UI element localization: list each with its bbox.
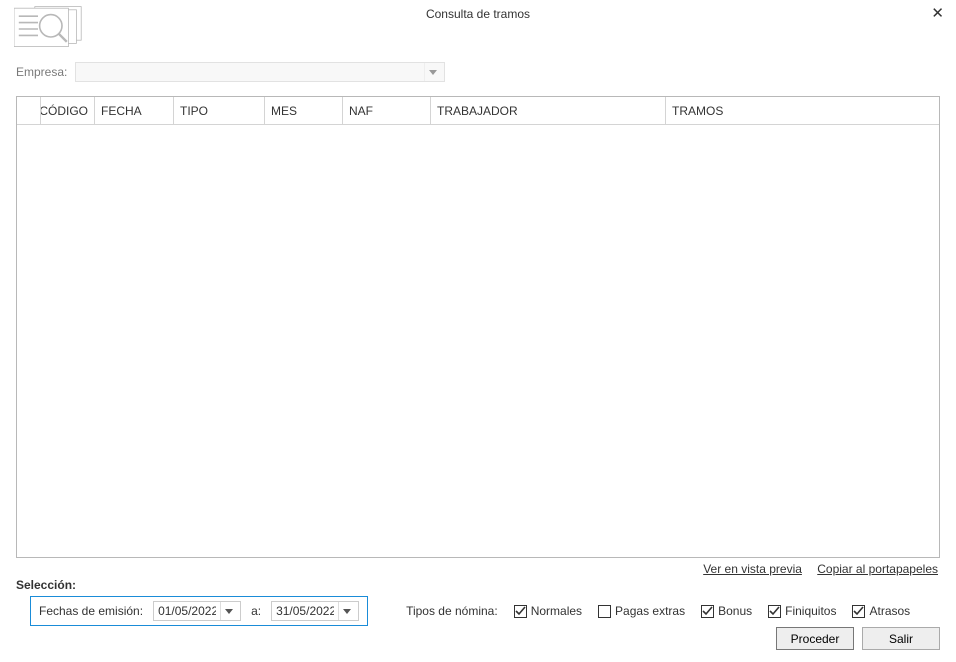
- col-trabajador[interactable]: TRABAJADOR: [431, 97, 666, 124]
- chk-bonus[interactable]: Bonus: [701, 604, 752, 618]
- col-tramos[interactable]: TRAMOS: [666, 97, 939, 124]
- buttons-row: Proceder Salir: [776, 627, 940, 650]
- checkbox-icon: [852, 605, 865, 618]
- chk-finiquitos[interactable]: Finiquitos: [768, 604, 836, 618]
- date-to-input[interactable]: [272, 602, 338, 620]
- col-naf[interactable]: NAF: [343, 97, 431, 124]
- proceed-button[interactable]: Proceder: [776, 627, 854, 650]
- grid-body: [17, 125, 939, 557]
- checkbox-icon: [514, 605, 527, 618]
- close-icon[interactable]: ✕: [931, 4, 944, 22]
- titlebar: Consulta de tramos ✕: [0, 0, 956, 28]
- col-codigo[interactable]: CÓDIGO: [41, 97, 95, 124]
- chk-normales[interactable]: Normales: [514, 604, 582, 618]
- preview-link[interactable]: Ver en vista previa: [703, 562, 802, 576]
- filters-row: Fechas de emisión: a: Tipos de nómina: N…: [16, 596, 940, 626]
- empresa-label: Empresa:: [16, 65, 67, 79]
- empresa-input: [76, 63, 424, 81]
- checkbox-icon: [701, 605, 714, 618]
- col-tipo[interactable]: TIPO: [174, 97, 265, 124]
- col-mes[interactable]: MES: [265, 97, 343, 124]
- chevron-down-icon[interactable]: [338, 602, 354, 620]
- links-row: Ver en vista previa Copiar al portapapel…: [16, 562, 940, 576]
- empresa-combo[interactable]: [75, 62, 445, 82]
- chk-pagas-extras[interactable]: Pagas extras: [598, 604, 685, 618]
- chk-atrasos[interactable]: Atrasos: [852, 604, 910, 618]
- chk-atrasos-label: Atrasos: [869, 604, 910, 618]
- date-from-input[interactable]: [154, 602, 220, 620]
- copy-clipboard-link[interactable]: Copiar al portapapeles: [817, 562, 938, 576]
- payroll-types: Tipos de nómina: Normales Pagas extras B…: [406, 604, 910, 618]
- chk-bonus-label: Bonus: [718, 604, 752, 618]
- date-group: Fechas de emisión: a:: [30, 596, 368, 626]
- chevron-down-icon[interactable]: [424, 63, 440, 81]
- col-rowheader: [17, 97, 41, 124]
- header-icon: [14, 4, 104, 56]
- empresa-row: Empresa:: [16, 62, 940, 82]
- fechas-emision-label: Fechas de emisión:: [39, 604, 143, 618]
- col-fecha[interactable]: FECHA: [95, 97, 174, 124]
- chk-normales-label: Normales: [531, 604, 582, 618]
- date-to-combo[interactable]: [271, 601, 359, 621]
- grid-header: CÓDIGO FECHA TIPO MES NAF TRABAJADOR TRA…: [17, 97, 939, 125]
- window-title: Consulta de tramos: [426, 7, 530, 21]
- results-grid: CÓDIGO FECHA TIPO MES NAF TRABAJADOR TRA…: [16, 96, 940, 558]
- date-to-label: a:: [251, 604, 261, 618]
- chevron-down-icon[interactable]: [220, 602, 236, 620]
- chk-pagas-label: Pagas extras: [615, 604, 685, 618]
- chk-finiquitos-label: Finiquitos: [785, 604, 836, 618]
- tipos-nomina-label: Tipos de nómina:: [406, 604, 498, 618]
- checkbox-icon: [768, 605, 781, 618]
- exit-button[interactable]: Salir: [862, 627, 940, 650]
- checkbox-icon: [598, 605, 611, 618]
- date-from-combo[interactable]: [153, 601, 241, 621]
- selection-title: Selección:: [16, 578, 940, 592]
